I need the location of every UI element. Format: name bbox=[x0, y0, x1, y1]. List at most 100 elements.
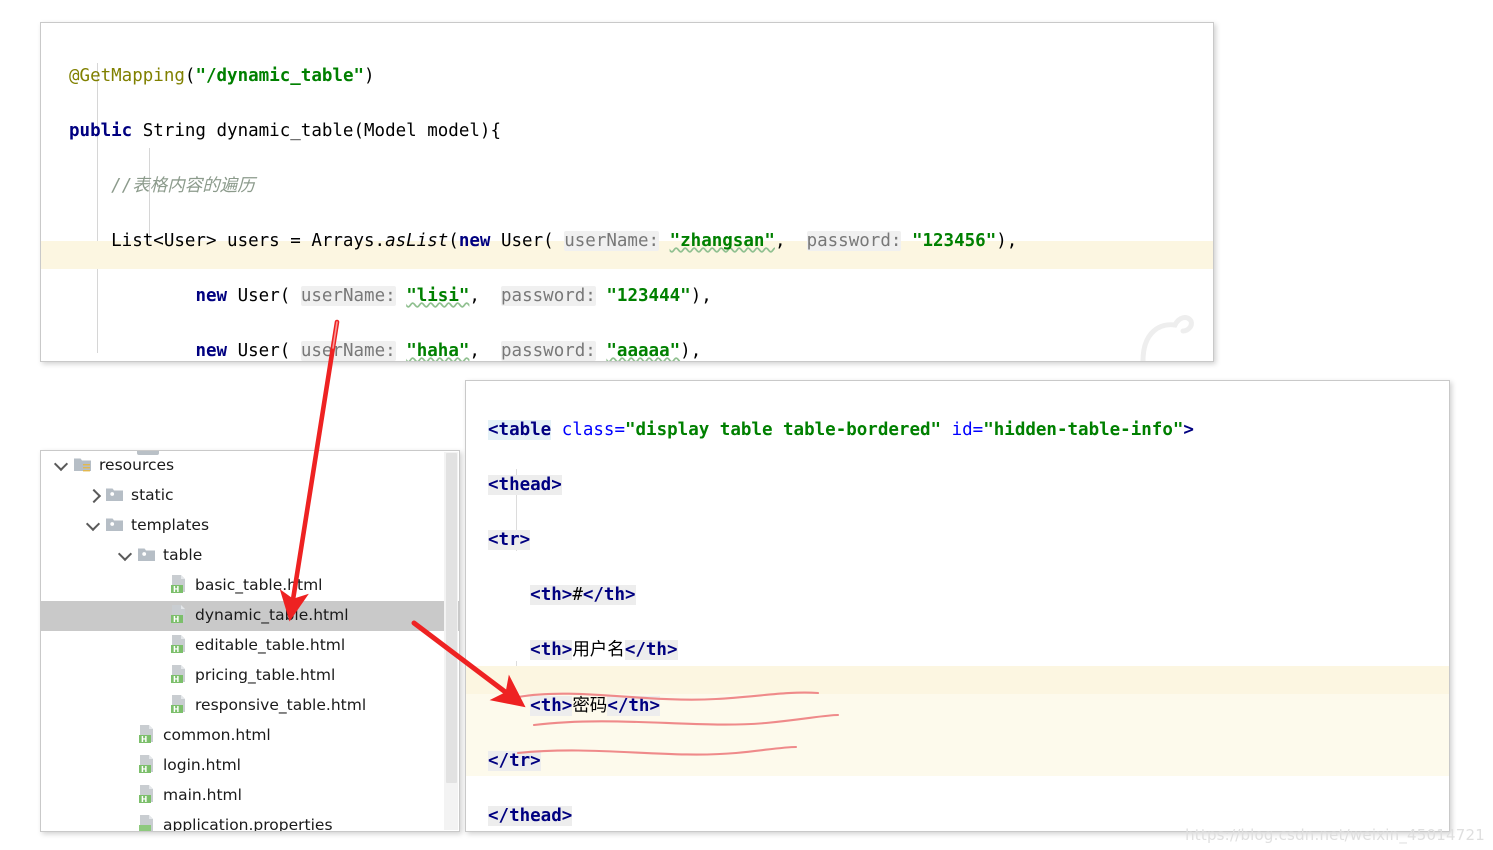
folder-icon bbox=[105, 515, 125, 537]
html-line-7[interactable]: </thead> bbox=[488, 803, 1194, 831]
tree-item-templates[interactable]: templates bbox=[41, 511, 459, 541]
thymeleaf-template-editor-panel[interactable]: <table class="display table table-border… bbox=[465, 380, 1450, 832]
tree-item-responsive-table-html[interactable]: Hresponsive_table.html bbox=[41, 691, 459, 721]
html-line-5[interactable]: <th>密码</th> bbox=[488, 693, 1194, 721]
tree-item-dynamic-table-html[interactable]: Hdynamic_table.html bbox=[41, 601, 459, 631]
java-line-0[interactable]: @GetMapping("/dynamic_table") bbox=[69, 63, 1017, 91]
th-password-text: 密码 bbox=[572, 695, 608, 716]
tree-scrollbar-track[interactable] bbox=[444, 452, 458, 830]
java-line-2[interactable]: //表格内容的遍历 bbox=[69, 173, 1017, 201]
project-file-tree-panel[interactable]: resources static templates table Hbasic_tabl… bbox=[40, 450, 460, 832]
screenshot-root: @GetMapping("/dynamic_table") public Str… bbox=[0, 0, 1493, 850]
html-line-6[interactable]: </tr> bbox=[488, 748, 1194, 776]
tree-item-editable-table-html[interactable]: Heditable_table.html bbox=[41, 631, 459, 661]
java-line-5[interactable]: new User( userName: "haha", password: "a… bbox=[69, 338, 1017, 362]
param-hint-username: userName: bbox=[300, 285, 396, 306]
tree-item-main-html[interactable]: Hmain.html bbox=[41, 781, 459, 811]
html-line-3[interactable]: <th>#</th> bbox=[488, 582, 1194, 610]
user-2-password: "aaaaa" bbox=[606, 340, 681, 361]
param-hint-username: userName: bbox=[300, 340, 396, 361]
user-1-username: "lisi" bbox=[406, 285, 470, 306]
svg-text:H: H bbox=[141, 735, 147, 744]
tree-item-label: login.html bbox=[163, 756, 241, 775]
html-line-4[interactable]: <th>用户名</th> bbox=[488, 637, 1194, 665]
svg-text:H: H bbox=[173, 585, 179, 594]
tree-item-application-properties[interactable]: application.properties bbox=[41, 811, 459, 831]
svg-text:H: H bbox=[173, 675, 179, 684]
html-file-icon: H bbox=[169, 664, 189, 688]
th-username-text: 用户名 bbox=[572, 640, 625, 661]
java-line-3[interactable]: List<User> users = Arrays.asList(new Use… bbox=[69, 228, 1017, 256]
param-hint-password: password: bbox=[501, 285, 596, 306]
tree-item-label: basic_table.html bbox=[195, 576, 323, 595]
tree-item-basic-table-html[interactable]: Hbasic_table.html bbox=[41, 571, 459, 601]
java-line-1[interactable]: public String dynamic_table(Model model)… bbox=[69, 118, 1017, 146]
chevron-down-icon[interactable] bbox=[53, 456, 73, 476]
tree-item-label: static bbox=[131, 486, 174, 505]
html-line-2[interactable]: <tr> bbox=[488, 527, 1194, 555]
tree-item-table[interactable]: table bbox=[41, 541, 459, 571]
html-file-icon: H bbox=[169, 694, 189, 718]
csdn-watermark: https://blog.csdn.net/weixin_45014721 bbox=[1185, 826, 1485, 844]
tree-item-label: responsive_table.html bbox=[195, 696, 367, 715]
html-file-icon: H bbox=[137, 784, 157, 808]
html-file-icon: H bbox=[169, 634, 189, 658]
tree-item-resources[interactable]: resources bbox=[41, 451, 459, 481]
java-comment: //表格内容的遍历 bbox=[111, 175, 255, 196]
tree-item-login-html[interactable]: Hlogin.html bbox=[41, 751, 459, 781]
chevron-right-icon[interactable] bbox=[85, 486, 105, 506]
tree-item-label: table bbox=[163, 546, 203, 565]
file-tree-list[interactable]: resources static templates table Hbasic_tabl… bbox=[41, 451, 459, 831]
java-code-block[interactable]: @GetMapping("/dynamic_table") public Str… bbox=[69, 35, 1017, 362]
svg-text:H: H bbox=[141, 795, 147, 804]
java-line-4[interactable]: new User( userName: "lisi", password: "1… bbox=[69, 283, 1017, 311]
html-code-block[interactable]: <table class="display table table-border… bbox=[488, 389, 1194, 831]
annotation-getmapping: @GetMapping bbox=[69, 65, 185, 86]
tree-item-common-html[interactable]: Hcommon.html bbox=[41, 721, 459, 751]
tree-item-label: dynamic_table.html bbox=[195, 606, 349, 625]
tree-item-label: templates bbox=[131, 516, 210, 535]
chevron-down-icon[interactable] bbox=[85, 516, 105, 536]
resources-folder-icon bbox=[73, 455, 93, 477]
tree-item-label: common.html bbox=[163, 726, 271, 745]
tree-item-label: main.html bbox=[163, 786, 242, 805]
svg-text:H: H bbox=[141, 765, 147, 774]
html-line-0[interactable]: <table class="display table table-border… bbox=[488, 417, 1194, 445]
table-id-value: "hidden-table-info" bbox=[983, 419, 1184, 440]
param-hint-password: password: bbox=[501, 340, 596, 361]
html-line-1[interactable]: <thead> bbox=[488, 472, 1194, 500]
html-file-icon: H bbox=[169, 604, 189, 628]
param-hint-username: userName: bbox=[564, 230, 660, 251]
tree-item-label: editable_table.html bbox=[195, 636, 346, 655]
tree-item-pricing-table-html[interactable]: Hpricing_table.html bbox=[41, 661, 459, 691]
tree-item-static[interactable]: static bbox=[41, 481, 459, 511]
chevron-down-icon[interactable] bbox=[117, 546, 137, 566]
attr-id: id= bbox=[951, 419, 984, 440]
folder-icon bbox=[137, 545, 157, 567]
attr-class: class= bbox=[561, 419, 625, 440]
svg-text:H: H bbox=[173, 645, 179, 654]
th-hash-text: # bbox=[572, 585, 583, 606]
tree-scrollbar-thumb[interactable] bbox=[446, 453, 457, 783]
java-controller-editor-panel[interactable]: @GetMapping("/dynamic_table") public Str… bbox=[40, 22, 1214, 362]
